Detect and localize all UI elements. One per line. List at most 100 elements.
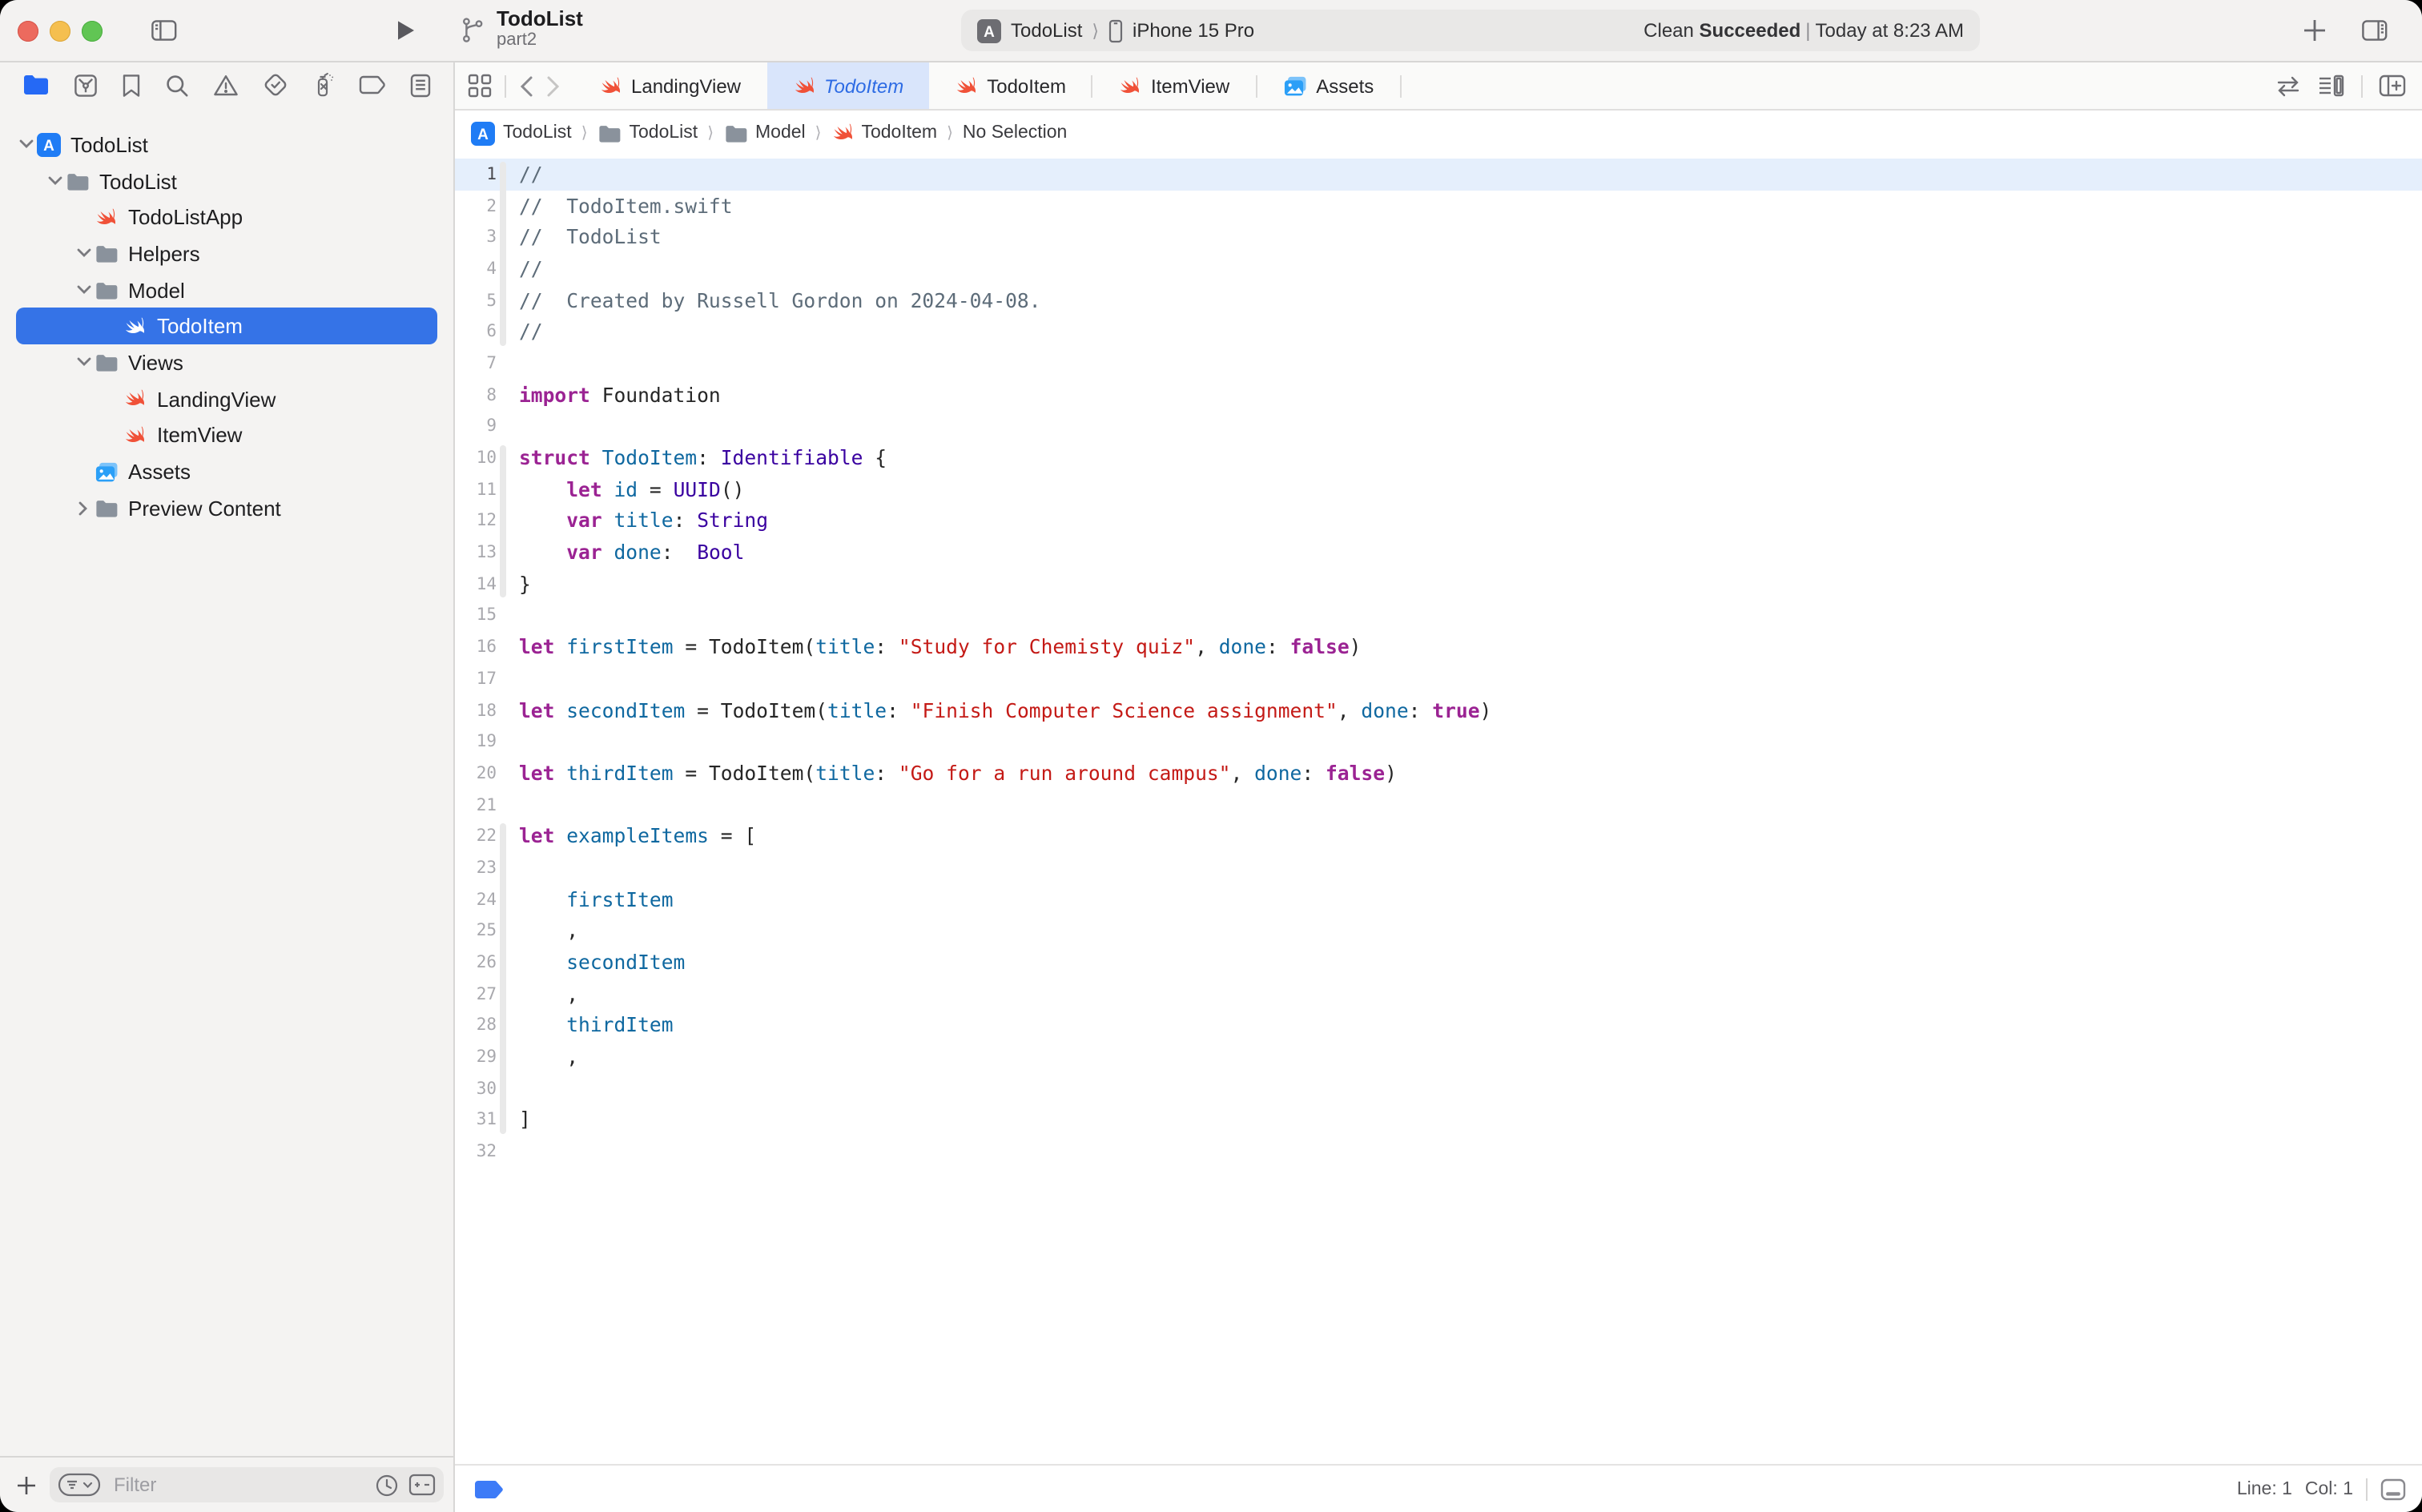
line-number[interactable]: 21 bbox=[455, 795, 497, 814]
line-number[interactable]: 2 bbox=[455, 196, 497, 215]
line-number[interactable]: 25 bbox=[455, 922, 497, 941]
library-plus-button[interactable] bbox=[2302, 18, 2327, 43]
bookmarks-navigator-icon[interactable] bbox=[122, 73, 141, 97]
code-line-28[interactable]: 28 thirdItem bbox=[455, 1010, 2422, 1041]
line-number[interactable]: 3 bbox=[455, 227, 497, 247]
code-line-16[interactable]: 16let firstItem = TodoItem(title: "Study… bbox=[455, 632, 2422, 663]
minimize-window-button[interactable] bbox=[50, 20, 70, 41]
recent-files-clock-icon[interactable] bbox=[375, 1473, 399, 1497]
line-number[interactable]: 11 bbox=[455, 480, 497, 499]
toggle-inspector-icon[interactable] bbox=[2361, 18, 2388, 43]
line-number[interactable]: 19 bbox=[455, 732, 497, 751]
issues-navigator-icon[interactable] bbox=[213, 73, 239, 97]
code-line-13[interactable]: 13 var done: Bool bbox=[455, 537, 2422, 569]
line-number[interactable]: 17 bbox=[455, 670, 497, 689]
code-line-27[interactable]: 27 , bbox=[455, 979, 2422, 1010]
find-navigator-icon[interactable] bbox=[165, 73, 189, 97]
line-number[interactable]: 13 bbox=[455, 543, 497, 562]
line-number[interactable]: 9 bbox=[455, 417, 497, 436]
minimap-icon[interactable] bbox=[2318, 74, 2345, 98]
code-fold-ribbon[interactable] bbox=[500, 823, 506, 1134]
line-number[interactable]: 1 bbox=[455, 165, 497, 184]
project-navigator-icon[interactable] bbox=[22, 74, 50, 96]
disclosure-open-icon[interactable] bbox=[45, 176, 64, 186]
tab-todoitem-active[interactable]: TodoItem bbox=[766, 62, 929, 109]
code-line-21[interactable]: 21 bbox=[455, 790, 2422, 821]
disclosure-open-icon[interactable] bbox=[74, 249, 93, 259]
tree-item-todolistapp[interactable]: TodoListApp bbox=[16, 199, 437, 235]
code-line-2[interactable]: 2// TodoItem.swift bbox=[455, 190, 2422, 221]
add-file-button[interactable] bbox=[16, 1474, 37, 1495]
line-number[interactable]: 6 bbox=[455, 323, 497, 342]
source-control-status-filter-icon[interactable] bbox=[408, 1474, 436, 1496]
tree-item-model[interactable]: Model bbox=[16, 272, 437, 308]
tree-item-landingview[interactable]: LandingView bbox=[16, 381, 437, 417]
code-line-12[interactable]: 12 var title: String bbox=[455, 505, 2422, 537]
code-line-23[interactable]: 23 bbox=[455, 852, 2422, 883]
tree-item-todoitem[interactable]: TodoItem bbox=[16, 308, 437, 344]
code-line-32[interactable]: 32 bbox=[455, 1136, 2422, 1168]
code-line-30[interactable]: 30 bbox=[455, 1073, 2422, 1104]
code-line-26[interactable]: 26 secondItem bbox=[455, 947, 2422, 978]
close-window-button[interactable] bbox=[18, 20, 38, 41]
disclosure-open-icon[interactable] bbox=[16, 140, 35, 150]
reports-navigator-icon[interactable] bbox=[410, 73, 431, 97]
line-number[interactable]: 8 bbox=[455, 385, 497, 404]
tab-itemview[interactable]: ItemView bbox=[1093, 62, 1255, 109]
line-number[interactable]: 20 bbox=[455, 764, 497, 783]
line-number[interactable]: 24 bbox=[455, 890, 497, 909]
line-number[interactable]: 12 bbox=[455, 512, 497, 531]
code-fold-ribbon[interactable] bbox=[500, 161, 506, 345]
disclosure-closed-icon[interactable] bbox=[74, 501, 93, 515]
go-back-icon[interactable] bbox=[519, 74, 533, 97]
code-line-8[interactable]: 8import Foundation bbox=[455, 380, 2422, 411]
code-line-24[interactable]: 24 firstItem bbox=[455, 884, 2422, 915]
breadcrumb-item-model[interactable]: Model bbox=[723, 123, 806, 143]
debug-navigator-icon[interactable] bbox=[312, 72, 335, 98]
code-line-25[interactable]: 25 , bbox=[455, 915, 2422, 947]
line-number[interactable]: 26 bbox=[455, 953, 497, 972]
code-line-31[interactable]: 31] bbox=[455, 1104, 2422, 1136]
code-line-20[interactable]: 20let thirdItem = TodoItem(title: "Go fo… bbox=[455, 758, 2422, 789]
code-line-6[interactable]: 6// bbox=[455, 316, 2422, 348]
tab-todoitem[interactable]: TodoItem bbox=[929, 62, 1092, 109]
tab-assets[interactable]: Assets bbox=[1257, 62, 1399, 109]
build-status[interactable]: Clean Succeeded|Today at 8:23 AM bbox=[1644, 19, 1964, 42]
breadcrumb-item-todoitem[interactable]: TodoItem bbox=[831, 122, 937, 144]
code-line-29[interactable]: 29 , bbox=[455, 1042, 2422, 1073]
filter-options-icon[interactable] bbox=[58, 1472, 101, 1498]
code-line-14[interactable]: 14} bbox=[455, 569, 2422, 600]
line-number[interactable]: 31 bbox=[455, 1111, 497, 1130]
editor-options-icon[interactable] bbox=[2380, 1478, 2406, 1500]
run-button[interactable] bbox=[394, 18, 416, 43]
code-line-1[interactable]: 1// bbox=[455, 159, 2422, 190]
scheme-selector[interactable]: A TodoList ⟩ iPhone 15 Pro bbox=[977, 18, 1254, 42]
source-control-navigator-icon[interactable] bbox=[74, 73, 98, 97]
disclosure-open-icon[interactable] bbox=[74, 358, 93, 368]
zoom-window-button[interactable] bbox=[82, 20, 103, 41]
line-number[interactable]: 4 bbox=[455, 259, 497, 279]
line-number[interactable]: 22 bbox=[455, 827, 497, 846]
line-number[interactable]: 16 bbox=[455, 637, 497, 657]
source-editor[interactable]: 1//2// TodoItem.swift3// TodoList4//5// … bbox=[455, 155, 2422, 1466]
code-fold-ribbon[interactable] bbox=[500, 445, 506, 598]
code-line-4[interactable]: 4// bbox=[455, 253, 2422, 284]
line-number[interactable]: 14 bbox=[455, 575, 497, 594]
breakpoint-toggle-icon[interactable] bbox=[474, 1479, 505, 1498]
line-number[interactable]: 28 bbox=[455, 1016, 497, 1035]
go-forward-icon[interactable] bbox=[546, 74, 561, 97]
tree-item-assets[interactable]: Assets bbox=[16, 453, 437, 489]
tests-navigator-icon[interactable] bbox=[263, 72, 288, 98]
tree-item-todolist[interactable]: TodoList bbox=[16, 163, 437, 199]
tree-item-helpers[interactable]: Helpers bbox=[16, 235, 437, 271]
tree-item-preview-content[interactable]: Preview Content bbox=[16, 490, 437, 526]
code-line-22[interactable]: 22let exampleItems = [ bbox=[455, 821, 2422, 852]
code-line-7[interactable]: 7 bbox=[455, 348, 2422, 379]
tree-item-views[interactable]: Views bbox=[16, 344, 437, 380]
line-number[interactable]: 5 bbox=[455, 291, 497, 310]
filter-field[interactable] bbox=[50, 1467, 444, 1502]
swap-editor-icon[interactable] bbox=[2275, 74, 2302, 97]
code-line-5[interactable]: 5// Created by Russell Gordon on 2024-04… bbox=[455, 285, 2422, 316]
code-line-9[interactable]: 9 bbox=[455, 411, 2422, 442]
tree-item-todolist[interactable]: ATodoList bbox=[16, 127, 437, 163]
